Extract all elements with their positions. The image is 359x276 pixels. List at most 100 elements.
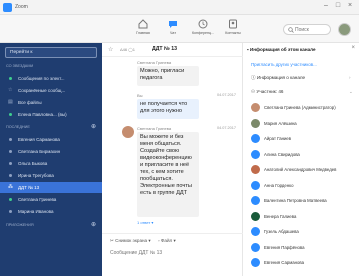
status-dot-icon <box>9 113 12 116</box>
member-row[interactable]: Анна Горденко <box>251 180 355 192</box>
bookmark-icon: ☆ <box>8 87 13 93</box>
channel-info-panel: ▪ Информация об этом канале × Пригласить… <box>243 43 359 276</box>
chat-icon <box>169 21 177 28</box>
sidebar-item[interactable]: ▤ Все файлы <box>0 97 102 108</box>
search-icon <box>288 27 294 33</box>
avatar <box>251 149 260 159</box>
nav-meetings-label: Конференц... <box>191 31 215 35</box>
sidebar-item[interactable]: Ирина Трегубова <box>0 170 102 181</box>
user-avatar[interactable] <box>338 23 351 36</box>
info-title-text: Информация об этом канале <box>249 47 316 52</box>
maximize-icon[interactable]: □ <box>333 2 343 9</box>
search-input[interactable] <box>295 26 329 34</box>
add-app-icon[interactable]: ⊕ <box>91 221 96 228</box>
sidebar-item-ddt13[interactable]: ⁂ ДДТ № 13 <box>0 182 102 193</box>
member-row[interactable]: Светлана Гринева (Администратор) <box>251 103 355 114</box>
nav-meetings[interactable]: Конференц... <box>188 18 218 42</box>
member-row[interactable]: Мария Алёшина <box>251 118 355 130</box>
sidebar-jump-to[interactable]: Перейти к <box>5 47 97 58</box>
chevron-down-icon: ⌄ <box>349 89 353 94</box>
contacts-icon <box>229 19 237 29</box>
star-icon[interactable]: ☆ <box>108 46 113 53</box>
chat-header: ☆ Δ46 ◯1 ДДТ № 13 <box>102 43 243 57</box>
minimize-icon[interactable]: – <box>321 2 331 9</box>
status-dot-icon <box>9 162 12 165</box>
member-row[interactable]: Евгения Сарманова <box>251 258 355 269</box>
sidebar-item-label: Светлана Бирмахин <box>18 148 61 154</box>
nav-contacts-label: Контакты <box>225 31 241 35</box>
members-row[interactable]: ⚇ Участник: 46 ⌄ <box>251 89 353 95</box>
sidebar-item-label: ДДТ № 13 <box>18 184 40 190</box>
sidebar-item[interactable]: Светлана Бирмахин <box>0 146 102 157</box>
member-row[interactable]: Венера Галиева <box>251 211 355 223</box>
top-nav-bar: Главная Чат Конференц... Контакты <box>0 15 359 43</box>
close-icon[interactable]: × <box>351 45 355 51</box>
zoom-logo-icon <box>3 3 12 12</box>
member-name: Евгения Парфёнова <box>264 244 305 250</box>
status-dot-icon <box>9 138 12 141</box>
close-icon[interactable]: × <box>345 2 355 9</box>
member-row[interactable]: Валентина Петровна Матвеева <box>251 196 355 207</box>
sidebar-item[interactable]: Елена Павловна... (вы) <box>0 109 102 120</box>
nav-home[interactable]: Главная <box>128 18 158 42</box>
sidebar-item-label: Ольга Быкова <box>18 160 48 166</box>
message-bubble: Можно, пригласи педагога <box>137 66 199 86</box>
avatar <box>251 165 260 174</box>
invite-link[interactable]: Пригласить других участников... <box>251 62 317 67</box>
chevron-right-icon: › <box>349 75 351 80</box>
channel-meta: Δ46 ◯1 <box>120 47 135 52</box>
file-label: Файл <box>160 238 173 243</box>
files-icon: ▤ <box>8 99 13 105</box>
avatar <box>251 196 260 205</box>
member-row[interactable]: Айрат Ганиев <box>251 134 355 145</box>
info-icon: ⓘ <box>251 75 256 80</box>
member-row[interactable]: Анатолий Александрович Медведев <box>251 165 355 176</box>
sidebar-item-label: Елена Павловна... (вы) <box>18 111 67 117</box>
member-row[interactable]: Гузель Абдашева <box>251 227 355 238</box>
message-bubble: не получается что для этого нужно <box>137 99 199 119</box>
member-name: Валентина Петровна Матвеева <box>264 198 327 203</box>
avatar[interactable] <box>122 126 134 138</box>
avatar <box>251 103 260 112</box>
composer-tools: ✂ Снимок экрана ▾ ▫ Файл ▾ <box>110 238 182 244</box>
add-recent-icon[interactable]: ⊕ <box>91 123 96 130</box>
sidebar-item[interactable]: ☆ Сохранённые сообщ... <box>0 85 102 96</box>
channel-info-row[interactable]: ⓘ Информация о канале › <box>251 75 351 81</box>
sidebar-item-label: Светлана Гринева <box>18 196 57 202</box>
member-row[interactable]: Алина Свиридова <box>251 149 355 161</box>
nav-home-label: Главная <box>136 31 150 35</box>
reply-count-link[interactable]: 1 ответ ▾ <box>137 220 153 225</box>
message-bubble: Вы можете и без меня общаться. Создайте … <box>137 132 199 217</box>
message-sender: Вы <box>137 93 143 98</box>
sidebar-item[interactable]: Марина Иванова <box>0 206 102 217</box>
member-row[interactable]: Евгения Парфёнова <box>251 242 355 254</box>
members-icon: ⚇ <box>251 89 256 94</box>
chat-panel: ☆ Δ46 ◯1 ДДТ № 13 Светлана Гринева Можно… <box>102 43 243 276</box>
sidebar-item[interactable]: Ольга Быкова <box>0 158 102 169</box>
global-search[interactable] <box>283 24 331 35</box>
member-name: Венера Галиева <box>264 213 297 219</box>
sidebar-jump-label: Перейти к <box>10 50 33 55</box>
channel-icon: ⁂ <box>8 184 13 190</box>
sidebar-item[interactable]: Евгения Сарманова <box>0 134 102 145</box>
channel-info-label: Информация о канале <box>256 75 306 80</box>
avatar <box>251 227 260 236</box>
file-button[interactable]: ▫ Файл ▾ <box>158 238 176 243</box>
message-sender: Светлана Гринева <box>137 126 172 131</box>
message-input[interactable] <box>110 248 235 257</box>
nav-chat[interactable]: Чат <box>158 18 188 42</box>
sidebar-item[interactable]: Сообщения по элект... <box>0 73 102 84</box>
avatar <box>251 118 260 128</box>
section-recent: ПОСЛЕДНИЕ <box>6 125 30 129</box>
members-label: Участник: 46 <box>256 89 284 94</box>
avatar <box>251 180 260 190</box>
member-name: Гузель Абдашева <box>264 229 299 234</box>
status-dot-icon <box>9 77 12 80</box>
avatar <box>251 258 260 267</box>
screenshot-button[interactable]: ✂ Снимок экрана ▾ <box>110 238 151 243</box>
member-name: Светлана Гринева (Администратор) <box>264 105 336 110</box>
section-starred: СО ЗВЕЗДАМИ <box>6 64 34 68</box>
sidebar-item-label: Сообщения по элект... <box>18 75 65 81</box>
nav-contacts[interactable]: Контакты <box>218 18 248 42</box>
sidebar-item[interactable]: Светлана Гринева <box>0 194 102 205</box>
